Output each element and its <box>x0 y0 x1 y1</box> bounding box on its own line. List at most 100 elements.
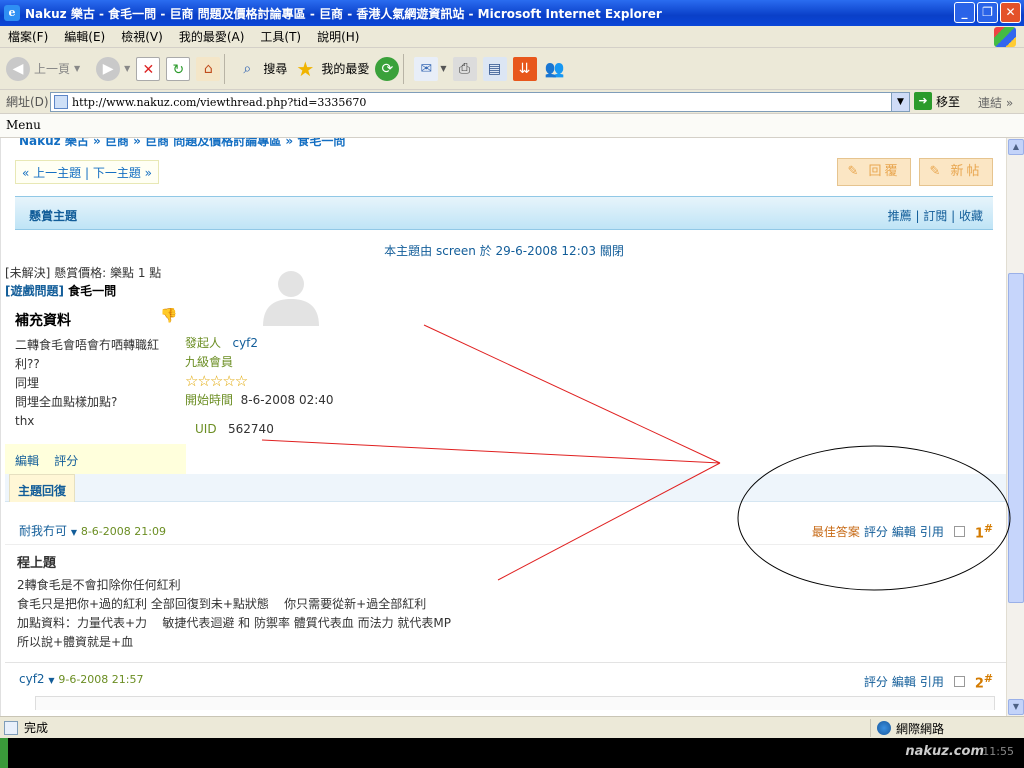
back-dropdown-icon[interactable]: ▼ <box>74 64 80 73</box>
reply-section-header: 主題回復 <box>5 474 1006 502</box>
post-number: 1# <box>974 522 993 542</box>
post-separator <box>5 662 1006 663</box>
windows-logo-icon <box>994 27 1016 47</box>
history-button[interactable]: ⟳ <box>375 51 400 87</box>
avatar <box>263 271 319 326</box>
menu-file[interactable]: 檔案(F) <box>0 28 56 45</box>
download-button[interactable]: ⇊ <box>512 51 537 87</box>
start-label: 開始時間 <box>185 393 234 407</box>
thread-pager[interactable]: « 上一主題 | 下一主題 » <box>15 160 159 184</box>
status-bar: 完成 網際網路 <box>0 716 1024 738</box>
menu-tools[interactable]: 工具(T) <box>252 28 309 45</box>
links-label: 連結 <box>978 96 1003 110</box>
address-bar: 網址(D) http://www.nakuz.com/viewthread.ph… <box>0 90 1024 114</box>
post-author[interactable]: 耐我冇可 <box>19 524 67 538</box>
stop-icon: ✕ <box>136 56 161 81</box>
post-line: 2轉食毛是不會扣除你任何紅利 <box>17 578 181 592</box>
edit-link[interactable]: 編輯 <box>892 673 916 690</box>
vertical-scrollbar[interactable]: ▲ ▼ <box>1006 138 1024 716</box>
post-line: 加點資料：力量代表+力 敏捷代表迴避 和 防禦率 體質代表血 而法力 就代表MP <box>17 616 451 630</box>
post-actions: 評分 編輯 引用 2# <box>864 672 993 691</box>
menu-favorites[interactable]: 我的最愛(A) <box>171 28 253 45</box>
rate-link[interactable]: 評分 <box>864 673 888 690</box>
poster-label: 發起人 <box>185 336 222 350</box>
supplement-line: 利?? <box>15 357 40 371</box>
back-label: 上一頁 <box>34 62 71 76</box>
scroll-down-icon[interactable]: ▼ <box>1008 699 1024 715</box>
forward-dropdown-icon[interactable]: ▼ <box>124 64 130 73</box>
messenger-button[interactable]: 👥 <box>543 51 567 87</box>
address-label: 網址(D) <box>6 95 49 109</box>
select-checkbox[interactable] <box>953 676 965 688</box>
post-body-frame <box>35 696 995 710</box>
subject-text: 食毛一問 <box>63 284 117 298</box>
thread-type: 懸賞主題 <box>29 209 78 223</box>
forward-arrow-icon: ▶ <box>96 56 121 81</box>
thread-header: 懸賞主題 推薦 | 訂閱 | 收藏 <box>15 196 993 230</box>
links-toolbar[interactable]: 連結 » <box>978 94 1013 111</box>
menu-view[interactable]: 檢視(V) <box>113 28 171 45</box>
poster-info: 發起人 cyf2 九級會員 ☆☆☆☆☆ 開始時間 8-6-2008 02:40 … <box>185 334 334 439</box>
quote-link[interactable]: 引用 <box>920 673 944 690</box>
search-label: 搜尋 <box>263 62 288 76</box>
rate-link[interactable]: 評分 <box>864 523 888 540</box>
select-checkbox[interactable] <box>953 526 965 538</box>
post-line: 食毛只是把你+過的紅利 全部回復到未+點狀態 你只需要從新+過全部紅利 <box>17 597 427 611</box>
supplement-title: 補充資料 <box>15 313 71 329</box>
tab-replies[interactable]: 主題回復 <box>9 474 76 502</box>
post-divider <box>5 544 995 545</box>
watermark: nakuz.com <box>905 744 984 759</box>
post-number-value: 1 <box>974 526 984 542</box>
thread-subject: [遊戲問題] 食毛一問 <box>5 282 116 299</box>
author-dropdown-icon[interactable]: ▼ <box>48 676 54 685</box>
favorites-button[interactable]: ★ 我的最愛 <box>293 51 369 87</box>
subject-category[interactable]: [遊戲問題] <box>5 284 64 298</box>
minimize-button[interactable]: _ <box>954 2 975 23</box>
bounty-info: [未解決] 懸賞價格: 樂點 1 點 <box>5 266 162 280</box>
post-meta: 耐我冇可 ▼ 8-6-2008 21:09 <box>19 522 166 539</box>
maximize-button[interactable]: ❐ <box>977 2 998 23</box>
post-author[interactable]: cyf2 <box>19 672 45 686</box>
thumbs-down-icon[interactable]: 👎 <box>160 308 177 324</box>
edit-link[interactable]: 編輯 <box>892 523 916 540</box>
author-dropdown-icon[interactable]: ▼ <box>71 528 77 537</box>
window-titlebar: e Nakuz 樂古 - 食毛一問 - 巨商 問題及價格討論專區 - 巨商 - … <box>0 0 1024 26</box>
post-meta: cyf2 ▼ 9-6-2008 21:57 <box>19 672 144 686</box>
new-thread-button[interactable]: ✎ 新帖 <box>919 158 993 186</box>
search-button[interactable]: ⌕ 搜尋 <box>235 51 287 87</box>
stop-button[interactable]: ✕ <box>136 51 161 87</box>
mail-dropdown-icon[interactable]: ▼ <box>440 64 446 73</box>
close-button[interactable]: ✕ <box>1000 2 1021 23</box>
edit-link[interactable]: 編輯 <box>15 454 39 468</box>
rate-link[interactable]: 評分 <box>54 454 78 468</box>
back-button[interactable]: ◀ 上一頁 ▼ <box>6 51 80 87</box>
go-arrow-icon: ➜ <box>914 92 932 110</box>
scroll-thumb[interactable] <box>1008 273 1024 603</box>
print-button[interactable]: ⎙ <box>452 51 477 87</box>
search-icon: ⌕ <box>243 60 252 77</box>
quote-link[interactable]: 引用 <box>920 523 944 540</box>
start-button[interactable] <box>0 738 8 768</box>
breadcrumb[interactable]: Nakuz 樂古 » 巨商 » 巨商 問題及價格討論專區 » 食毛一問 <box>19 138 345 149</box>
menu-help[interactable]: 說明(H) <box>309 28 367 45</box>
forward-button[interactable]: ▶ ▼ <box>86 51 130 87</box>
edit-page-button[interactable]: ▤ <box>482 51 507 87</box>
toolbar-separator <box>224 53 226 84</box>
post-date: 8-6-2008 21:09 <box>80 525 166 538</box>
go-button[interactable]: ➜ 移至 <box>914 92 960 110</box>
ie-icon: e <box>4 5 20 21</box>
mail-button[interactable]: ✉ ▼ <box>414 51 447 87</box>
thread-links[interactable]: 推薦 | 訂閱 | 收藏 <box>888 207 983 224</box>
scroll-up-icon[interactable]: ▲ <box>1008 139 1024 155</box>
page-menu-bar[interactable]: Menu <box>0 114 1024 138</box>
poster-name[interactable]: cyf2 <box>232 336 258 350</box>
home-button[interactable]: ⌂ <box>196 51 221 87</box>
reply-button[interactable]: ✎ 回覆 <box>837 158 911 186</box>
address-dropdown-icon[interactable]: ▼ <box>891 93 909 111</box>
refresh-button[interactable]: ↻ <box>166 51 191 87</box>
page-content: Nakuz 樂古 » 巨商 » 巨商 問題及價格討論專區 » 食毛一問 « 上一… <box>0 138 1006 716</box>
address-input[interactable]: http://www.nakuz.com/viewthread.php?tid=… <box>50 92 910 112</box>
best-answer-link[interactable]: 最佳答案 <box>812 523 860 540</box>
menu-edit[interactable]: 編輯(E) <box>56 28 113 45</box>
page-icon <box>54 95 68 109</box>
